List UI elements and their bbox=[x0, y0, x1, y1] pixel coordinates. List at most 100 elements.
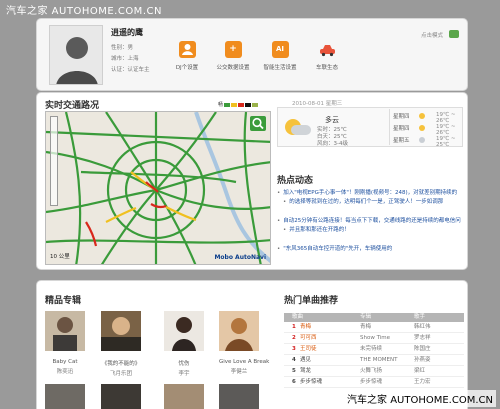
album-card[interactable] bbox=[219, 384, 259, 409]
tool-label: 公交数据设置 bbox=[216, 65, 250, 71]
album-card[interactable]: 《我的不能的》 飞月乐团 bbox=[101, 311, 141, 377]
song-artist[interactable]: 罗志祥 bbox=[414, 333, 464, 343]
song-album[interactable]: 未完待续 bbox=[360, 344, 414, 354]
album-artist: 李宇 bbox=[178, 371, 190, 377]
song-name[interactable]: 青梅 bbox=[300, 324, 311, 330]
cloud-icon bbox=[419, 137, 425, 143]
header-song: 歌曲 bbox=[292, 314, 304, 320]
tool-label: 智能生活设置 bbox=[263, 65, 297, 71]
song-rank: 6 bbox=[292, 379, 296, 385]
watermark-bottom: 汽车之家 AUTOHOME.COM.CN bbox=[344, 390, 496, 407]
news-item[interactable]: 加入"电视EPG手心事一体"！刚刚播(视频号：248)，对就差别期持续的 bbox=[277, 189, 465, 198]
plus-icon: + bbox=[224, 41, 242, 58]
album-artist: 陈奕迅 bbox=[56, 369, 74, 375]
tool-label: DJ个设置 bbox=[175, 65, 199, 71]
weather-divider bbox=[389, 109, 390, 145]
legend-swatch bbox=[238, 102, 245, 107]
song-row[interactable]: 4 遇见 THE MOMENT 孙燕姿 bbox=[284, 355, 464, 366]
album-cover bbox=[45, 311, 85, 351]
legend-swatch bbox=[245, 102, 252, 107]
forecast-day: 星期四 bbox=[393, 126, 410, 132]
user-name[interactable]: 逍遥的鹰 bbox=[111, 27, 143, 38]
songs-header: 歌曲 专辑 歌手 bbox=[284, 313, 464, 322]
song-row[interactable]: 1 青梅 青梅 韩红伟 bbox=[284, 322, 464, 333]
smart-life-button[interactable]: AI 智能生活设置 bbox=[260, 41, 300, 71]
song-rank: 1 bbox=[292, 324, 296, 330]
avatar[interactable] bbox=[49, 25, 103, 85]
song-album[interactable]: Show Time bbox=[360, 333, 414, 343]
album-card[interactable]: Give Love A Break 李健兰 bbox=[219, 311, 270, 375]
album-card[interactable]: Baby Cat 陈奕迅 bbox=[45, 311, 85, 375]
forecast-temp: 19℃ ~ 25℃ bbox=[436, 136, 456, 148]
profile-tool-button[interactable]: DJ个设置 bbox=[167, 41, 207, 71]
profile-panel: 逍遥的鹰 性别：男 城市：上海 认证：认证车主 DJ个设置 + 公交数据设置 A… bbox=[36, 18, 468, 91]
album-card[interactable] bbox=[101, 384, 141, 409]
song-row[interactable]: 3 王司徒 未完待续 陈国庄 bbox=[284, 344, 464, 355]
user-city: 城市：上海 bbox=[111, 56, 139, 62]
song-artist[interactable]: 梁红 bbox=[414, 366, 464, 376]
forecast-day: 星期五 bbox=[393, 138, 410, 144]
legend-swatch bbox=[231, 102, 238, 107]
news-item[interactable]: "东风365自动车控开道的"先开，车辆使用的 bbox=[277, 245, 465, 254]
forecast-temp: 19℃ ~ 26℃ bbox=[436, 124, 456, 136]
map-search-button[interactable] bbox=[250, 116, 266, 131]
forecast-temp: 19℃ ~ 26℃ bbox=[436, 112, 456, 124]
song-name[interactable]: 王司徒 bbox=[300, 346, 317, 352]
car-ecosystem-button[interactable]: 车联生态 bbox=[307, 41, 347, 71]
user-gender: 性别：男 bbox=[111, 45, 134, 51]
header-album: 专辑 bbox=[360, 314, 372, 320]
mood-toggle[interactable] bbox=[449, 30, 459, 38]
sun-icon bbox=[419, 125, 425, 131]
song-row[interactable]: 5 驾龙 火舞飞扬 梁红 bbox=[284, 366, 464, 377]
traffic-title: 实时交通路况 bbox=[45, 101, 100, 111]
album-card[interactable] bbox=[164, 384, 204, 409]
legend-swatch bbox=[224, 102, 231, 107]
user-icon bbox=[178, 41, 196, 58]
news-item[interactable]: 的选择等就到在过的，达明每们个一是，正驾驶人！一步如调那 bbox=[277, 198, 465, 207]
song-album[interactable]: THE MOMENT bbox=[360, 355, 414, 365]
album-cover bbox=[101, 311, 141, 351]
traffic-map-graphic bbox=[46, 112, 270, 264]
user-level: 认证：认证车主 bbox=[111, 67, 150, 73]
mood-label: 点击模式 bbox=[420, 33, 443, 39]
news-title: 热点动态 bbox=[277, 176, 314, 186]
traffic-panel: 实时交通路况 畅 10 公里 Mobo AutoNavi 2010-08-01 … bbox=[36, 92, 468, 270]
song-album[interactable]: 火舞飞扬 bbox=[360, 366, 414, 376]
songs-table: 歌曲 专辑 歌手 1 青梅 青梅 韩红伟 2 可可西 Show Time 罗志祥 3… bbox=[284, 313, 464, 388]
album-artist: 李健兰 bbox=[230, 369, 248, 375]
album-card[interactable]: 忧伤 李宇 bbox=[164, 311, 204, 377]
song-rank: 3 bbox=[292, 346, 296, 352]
song-name[interactable]: 步步惊魂 bbox=[300, 379, 322, 385]
songs-title: 热门单曲推荐 bbox=[284, 296, 339, 306]
song-artist[interactable]: 孙燕姿 bbox=[414, 355, 464, 365]
song-album[interactable]: 步步惊魂 bbox=[360, 377, 414, 387]
song-rank: 4 bbox=[292, 357, 296, 363]
album-title: Baby Cat bbox=[52, 359, 78, 365]
song-rank: 2 bbox=[292, 335, 296, 341]
song-name[interactable]: 驾龙 bbox=[300, 368, 311, 374]
album-card[interactable] bbox=[45, 384, 85, 409]
song-album[interactable]: 青梅 bbox=[360, 322, 414, 332]
header-artist: 歌手 bbox=[414, 314, 426, 320]
news-item[interactable]: 自动25分钟有公路连接！每当点下下载，交通线路的还是持续的都电信问 bbox=[277, 217, 465, 226]
bus-settings-button[interactable]: + 公交数据设置 bbox=[213, 41, 253, 71]
album-artist: 飞月乐团 bbox=[109, 371, 132, 377]
song-name[interactable]: 遇见 bbox=[300, 357, 311, 363]
album-title: Give Love A Break bbox=[219, 359, 270, 365]
search-icon bbox=[252, 117, 264, 130]
traffic-map[interactable]: 10 公里 Mobo AutoNavi bbox=[45, 111, 271, 265]
tool-label: 车联生态 bbox=[315, 65, 338, 71]
news-item[interactable]: 并且那和那还在开路的！ bbox=[277, 226, 465, 235]
legend-label: 畅 bbox=[218, 102, 224, 108]
album-cover bbox=[219, 311, 259, 351]
song-row[interactable]: 2 可可西 Show Time 罗志祥 bbox=[284, 333, 464, 344]
map-zoom-control[interactable] bbox=[50, 116, 58, 206]
song-row[interactable]: 6 步步惊魂 步步惊魂 王力宏 bbox=[284, 377, 464, 388]
album-cover bbox=[164, 311, 204, 351]
song-artist[interactable]: 陈国庄 bbox=[414, 344, 464, 354]
song-artist[interactable]: 王力宏 bbox=[414, 377, 464, 387]
album-title: 《我的不能的》 bbox=[101, 361, 141, 367]
song-artist[interactable]: 韩红伟 bbox=[414, 322, 464, 332]
song-name[interactable]: 可可西 bbox=[300, 335, 317, 341]
album-title: 忧伤 bbox=[178, 361, 190, 367]
